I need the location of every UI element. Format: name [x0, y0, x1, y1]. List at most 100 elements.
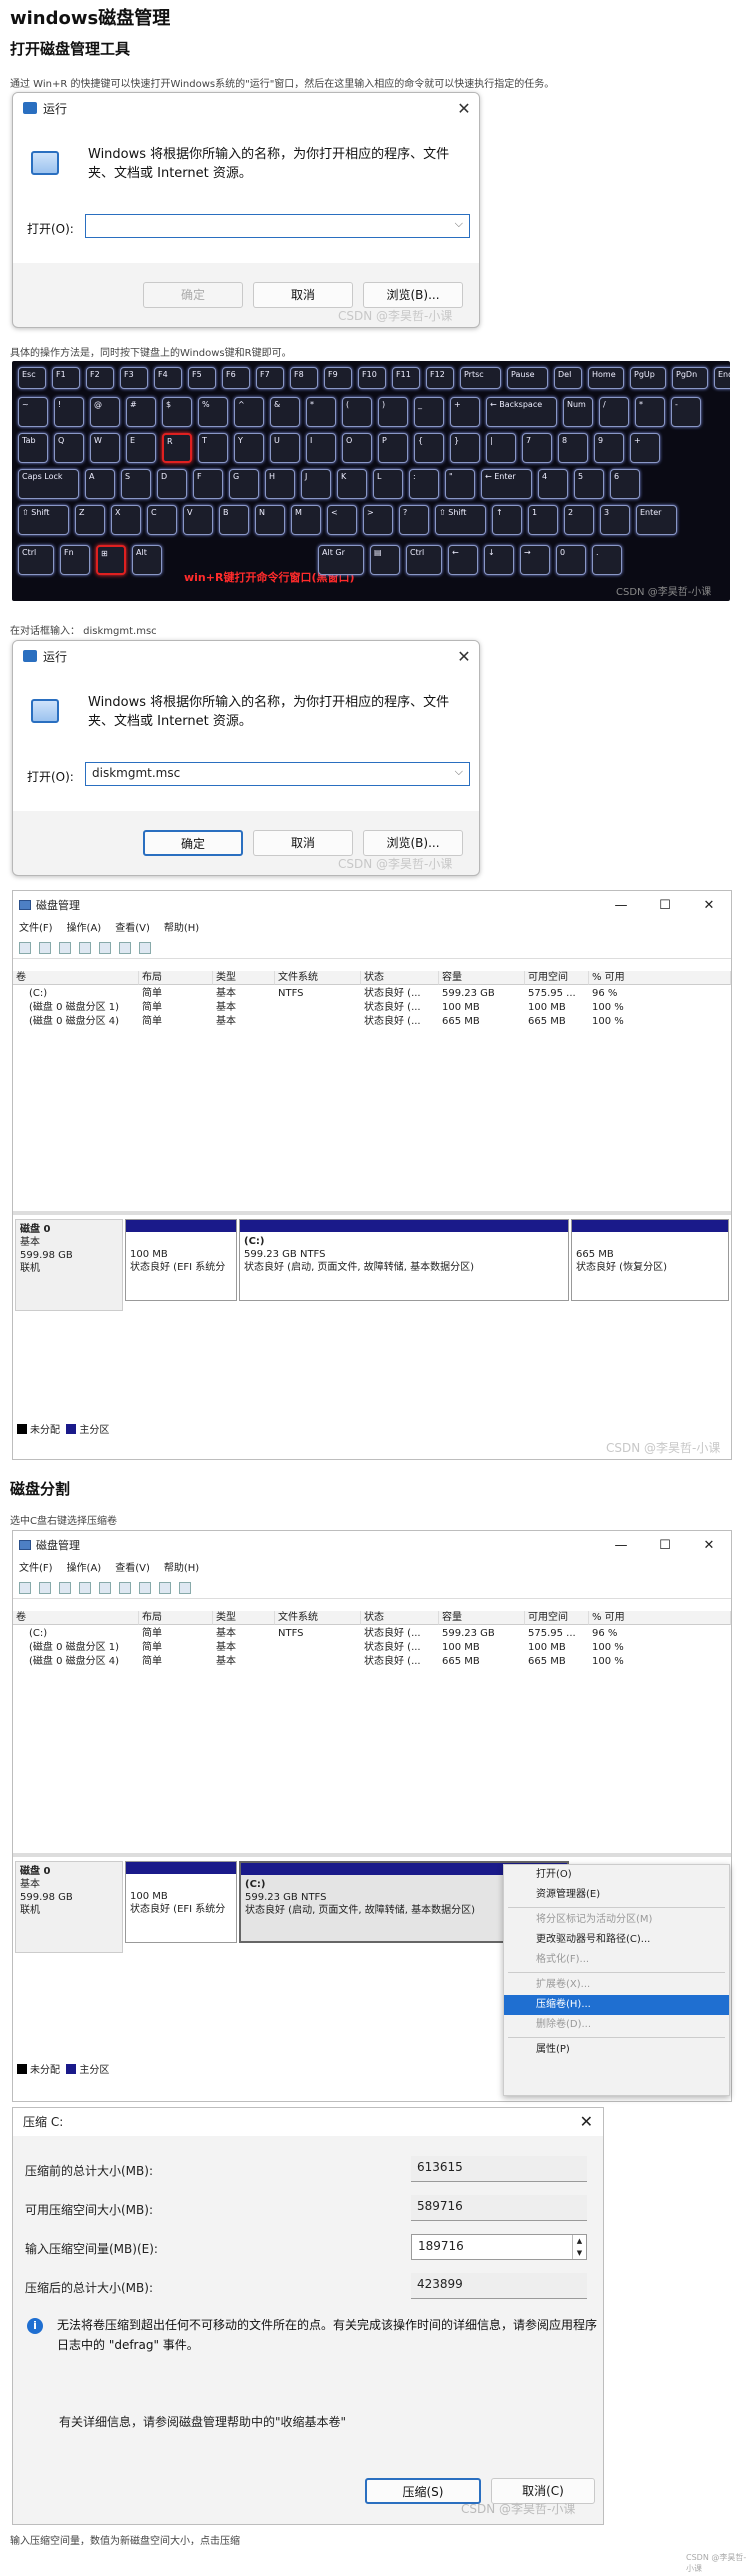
- keyboard-key: A: [85, 469, 115, 499]
- properties-icon[interactable]: [99, 941, 111, 954]
- forward-icon[interactable]: [39, 1581, 51, 1594]
- maximize-icon[interactable]: ☐: [643, 1538, 687, 1553]
- properties-icon[interactable]: [99, 1581, 111, 1594]
- menu-view[interactable]: 查看(V): [115, 919, 150, 937]
- close-icon[interactable]: ✕: [687, 1538, 731, 1553]
- watermark: CSDN @李昊哲-小课: [338, 309, 453, 323]
- table-cell: 基本: [216, 1656, 236, 1667]
- keyboard-key: V: [183, 505, 213, 535]
- disk-mgmt-app-icon: [19, 900, 31, 910]
- context-menu-item[interactable]: 格式化(F)...: [504, 1950, 729, 1970]
- info-text: 无法将卷压缩到超出任何不可移动的文件所在的点。有关完成该操作时间的详细信息，请参…: [57, 2318, 598, 2352]
- close-icon[interactable]: ✕: [580, 2108, 593, 2136]
- volume-name-cell[interactable]: (磁盘 0 磁盘分区 4): [13, 1015, 139, 1029]
- column-header[interactable]: 卷: [13, 971, 139, 985]
- column-header[interactable]: 卷: [13, 1611, 139, 1625]
- chevron-down-icon[interactable]: ⌵: [455, 217, 463, 231]
- column-header[interactable]: 布局: [139, 971, 213, 985]
- keyboard-key: F8: [290, 367, 318, 389]
- keyboard-key: @: [90, 397, 120, 427]
- connect-icon[interactable]: [119, 1581, 131, 1594]
- context-menu-item[interactable]: 资源管理器(E): [504, 1885, 729, 1905]
- back-icon[interactable]: [19, 1581, 31, 1594]
- maximize-icon[interactable]: ☐: [643, 898, 687, 913]
- partition-recovery[interactable]: 665 MB 状态良好 (恢复分区): [571, 1219, 729, 1301]
- cancel-button[interactable]: 取消: [253, 282, 353, 308]
- minimize-icon[interactable]: —: [599, 898, 643, 913]
- volume-name-cell[interactable]: (磁盘 0 磁盘分区 4): [13, 1655, 139, 1669]
- ok-button[interactable]: 确定: [143, 830, 243, 856]
- browse-button[interactable]: 浏览(B)...: [363, 282, 463, 308]
- context-menu-item[interactable]: 属性(P): [504, 2040, 729, 2060]
- keyboard-key: F1: [52, 367, 80, 389]
- run-input[interactable]: ⌵: [85, 214, 470, 238]
- back-icon[interactable]: [19, 941, 31, 954]
- column-header[interactable]: 可用空间: [525, 971, 589, 985]
- column-header[interactable]: 状态: [361, 1611, 439, 1625]
- context-menu-item[interactable]: 扩展卷(X)...: [504, 1975, 729, 1995]
- view-icon[interactable]: [179, 1581, 191, 1594]
- spinner-icon[interactable]: ▲ ▼: [572, 2235, 586, 2259]
- menu-view[interactable]: 查看(V): [115, 1559, 150, 1577]
- delete-icon[interactable]: [159, 1581, 171, 1594]
- volume-name-cell[interactable]: (C:): [13, 1627, 139, 1641]
- column-header[interactable]: 文件系统: [275, 1611, 361, 1625]
- menu-file[interactable]: 文件(F): [19, 1559, 53, 1577]
- menu-file[interactable]: 文件(F): [19, 919, 53, 937]
- menu-action[interactable]: 操作(A): [67, 919, 102, 937]
- keyboard-key: L: [373, 469, 403, 499]
- run-dialog-titlebar: 运行 ✕: [13, 641, 479, 671]
- keyboard-key: B: [219, 505, 249, 535]
- column-header[interactable]: 文件系统: [275, 971, 361, 985]
- keyboard-key: }: [450, 433, 480, 463]
- forward-icon[interactable]: [39, 941, 51, 954]
- keyboard-key: Esc: [18, 367, 46, 389]
- partition-efi[interactable]: 100 MB 状态良好 (EFI 系统分: [125, 1861, 237, 1943]
- connect-icon[interactable]: [119, 941, 131, 954]
- check-icon[interactable]: [139, 1581, 151, 1594]
- menu-action[interactable]: 操作(A): [67, 1559, 102, 1577]
- close-icon[interactable]: ✕: [687, 898, 731, 913]
- browse-button[interactable]: 浏览(B)...: [363, 830, 463, 856]
- context-menu-item[interactable]: 打开(O): [504, 1865, 729, 1885]
- column-header[interactable]: % 可用: [589, 971, 731, 985]
- minimize-icon[interactable]: —: [599, 1538, 643, 1553]
- partition-efi[interactable]: 100 MB 状态良好 (EFI 系统分: [125, 1219, 237, 1301]
- close-icon[interactable]: ✕: [449, 99, 479, 118]
- volume-name-cell[interactable]: (C:): [13, 987, 139, 1001]
- column-header[interactable]: 可用空间: [525, 1611, 589, 1625]
- column-header[interactable]: 布局: [139, 1611, 213, 1625]
- disk-mgmt-title: 磁盘管理: [36, 899, 80, 912]
- volume-name-cell[interactable]: (磁盘 0 磁盘分区 1): [13, 1001, 139, 1015]
- close-icon[interactable]: ✕: [449, 647, 479, 666]
- column-header[interactable]: 状态: [361, 971, 439, 985]
- help-icon[interactable]: [79, 1581, 91, 1594]
- view-icon[interactable]: [139, 941, 151, 954]
- cancel-button[interactable]: 取消: [253, 830, 353, 856]
- keyboard-key: :: [409, 469, 439, 499]
- context-menu-item[interactable]: 将分区标记为活动分区(M): [504, 1910, 729, 1930]
- column-header[interactable]: 容量: [439, 1611, 525, 1625]
- help-icon[interactable]: [79, 941, 91, 954]
- column-header[interactable]: 容量: [439, 971, 525, 985]
- keyboard-key: Alt: [132, 545, 162, 575]
- shrink-amount-input[interactable]: 189716 ▲ ▼: [411, 2234, 587, 2260]
- ok-button[interactable]: 确定: [143, 282, 243, 308]
- keyboard-key: |: [486, 433, 516, 463]
- partition-c[interactable]: (C:) 599.23 GB NTFS 状态良好 (启动, 页面文件, 故障转储, …: [239, 1219, 569, 1301]
- keyboard-key: ⊞: [96, 545, 126, 575]
- menu-help[interactable]: 帮助(H): [164, 919, 199, 937]
- context-menu-item[interactable]: 更改驱动器号和路径(C)...: [504, 1930, 729, 1950]
- column-header[interactable]: 类型: [213, 1611, 275, 1625]
- run-input[interactable]: diskmgmt.msc ⌵: [85, 762, 470, 786]
- chevron-down-icon[interactable]: ⌵: [455, 765, 463, 779]
- context-menu-item[interactable]: 压缩卷(H)...: [504, 1995, 729, 2015]
- volume-name-cell[interactable]: (磁盘 0 磁盘分区 1): [13, 1641, 139, 1655]
- list-icon[interactable]: [59, 941, 71, 954]
- keyboard-key: Fn: [60, 545, 90, 575]
- column-header[interactable]: 类型: [213, 971, 275, 985]
- column-header[interactable]: % 可用: [589, 1611, 731, 1625]
- list-icon[interactable]: [59, 1581, 71, 1594]
- menu-help[interactable]: 帮助(H): [164, 1559, 199, 1577]
- context-menu-item[interactable]: 删除卷(D)...: [504, 2015, 729, 2035]
